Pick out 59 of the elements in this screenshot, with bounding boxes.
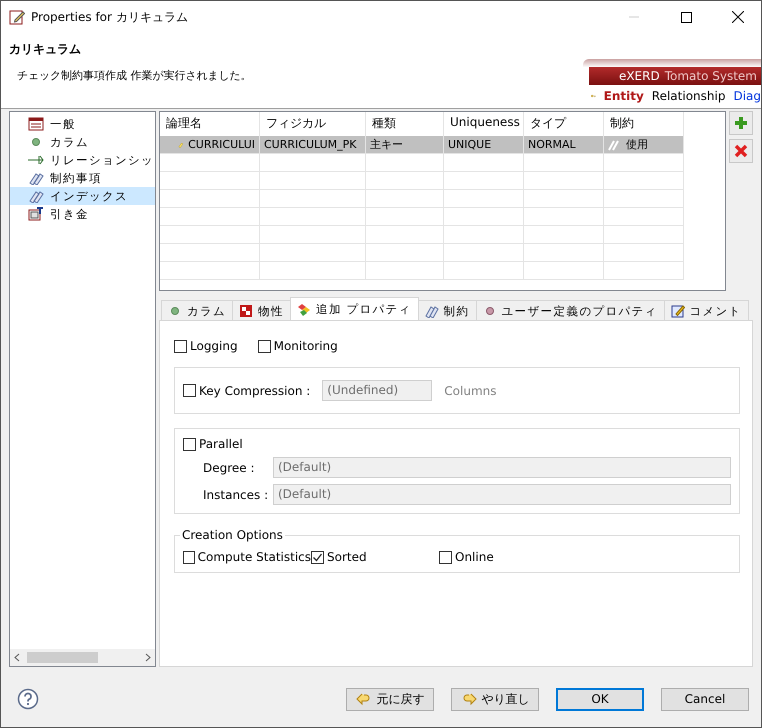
checkbox[interactable]: Monitoring [258,339,338,353]
status-message: チェック制約事項作成 作業が実行されました。 [16,68,252,83]
table-cell: NORMAL [524,136,604,154]
checker-icon [239,304,253,318]
plus-icon [734,116,748,130]
tab[interactable]: カラム [161,300,233,321]
sidebar-item[interactable]: インデックス [10,187,155,205]
help-icon[interactable] [17,688,39,710]
banner-link[interactable]: Diag [733,89,761,103]
maximize-icon [680,12,692,22]
blocks-icon [297,302,311,316]
dot-icon [168,304,182,318]
dialog-button[interactable]: 元に戻す [346,688,434,710]
redo-icon [460,692,476,706]
scrollbar[interactable] [10,649,155,666]
field-label: Degree : [202,460,256,474]
banner-tab[interactable]: Entity [604,89,644,103]
sidebar-item[interactable]: 引き金 [10,205,155,223]
sidebar-item[interactable]: リレーションシッ [10,151,155,169]
edit-icon [9,9,25,25]
checkbox[interactable]: Compute Statistics [183,550,311,564]
add-button[interactable] [729,111,753,135]
page-title: カリキュラム [9,41,82,58]
dialog-button[interactable]: Cancel [661,688,749,710]
table-cell: CURRICULUM_PK [260,136,366,154]
check-icon [312,552,323,562]
checkbox[interactable]: Logging [174,339,238,353]
trigger-icon [28,207,44,221]
delete-icon [734,144,748,158]
close-icon [732,11,744,23]
tab[interactable]: 制約 [418,300,477,321]
banner-tab[interactable]: Relationship [652,89,726,103]
group-title: Creation Options [180,528,285,542]
checkbox[interactable]: Sorted [311,550,439,564]
dialog-button[interactable]: OK [556,688,644,710]
sidebar-item[interactable]: 制約事項 [10,169,155,187]
tab[interactable]: コメント [664,300,749,321]
product-name: eXERD [618,69,660,83]
key-icon [591,92,596,100]
minimize-icon [629,16,639,18]
table-cell: 使用 [604,136,684,154]
checkbox[interactable]: Online [439,550,494,564]
checkbox[interactable]: Parallel [183,437,731,451]
field-label: Instances : [202,488,267,502]
table-cell: CURRICULUI [160,136,260,154]
connector-icon [28,153,44,167]
company-name: Tomato System [664,69,757,83]
table-cell: UNIQUE [444,136,524,154]
table-cell: 主キー [366,136,444,154]
field-suffix: Columns [444,384,497,398]
table-icon [28,117,44,131]
dialog-button[interactable]: やり直し [451,688,539,710]
undo-icon [356,692,372,706]
sidebar-item[interactable]: 一般 [10,115,155,133]
sidebar-item[interactable]: カラム [10,133,155,151]
window-title: Properties for カリキュラム [31,8,189,26]
delete-button[interactable] [729,139,753,163]
tab[interactable]: 追加 プロパティ [290,297,419,321]
note-icon [670,304,685,318]
